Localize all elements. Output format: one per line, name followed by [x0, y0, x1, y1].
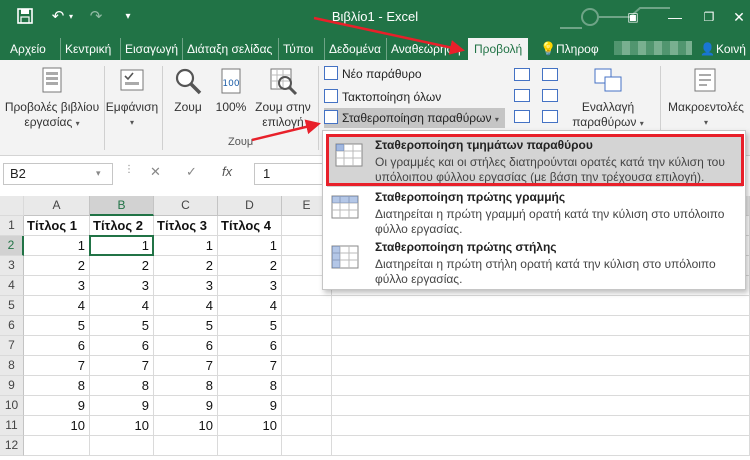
excel-window: ↶ ▾ ↷ ▾ Βιβλίο1 - Excel ▣ — ❐ ✕ Αρχείο Κ… [0, 0, 750, 460]
arrow-to-view-tab [313, 16, 465, 55]
arrow-to-freeze-button [251, 119, 321, 142]
annotation-arrows [251, 16, 465, 142]
